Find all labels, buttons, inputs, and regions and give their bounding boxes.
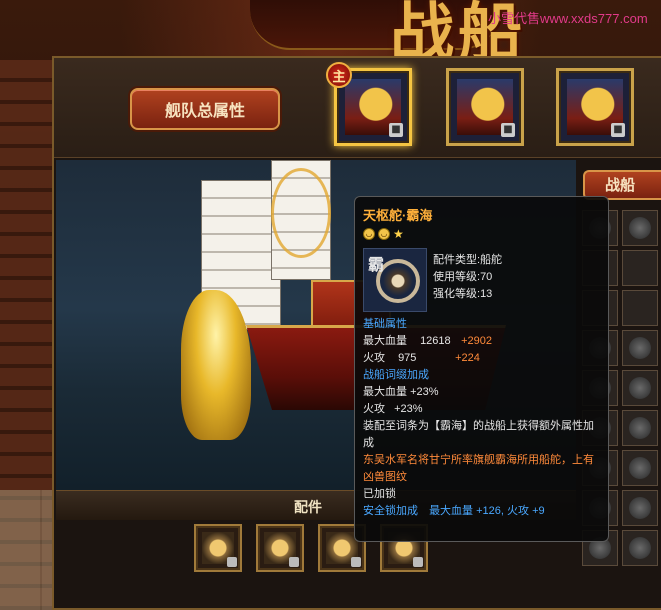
warship-cell[interactable] [622,210,658,246]
gear-icon [629,377,651,399]
lock-status: 已加锁 [363,488,396,500]
fleet-total-attributes-button[interactable]: 舰队总属性 [130,88,280,130]
gear-icon [629,337,651,359]
lock-icon: ■ [501,123,515,137]
use-level-value: 70 [480,271,493,283]
use-level-label: 使用等级: [433,271,481,283]
star-icon: ★ [393,227,404,241]
face-star-icon: ◡ [363,228,375,240]
warship-cell[interactable] [622,410,658,446]
base-attr-row: 火攻 975 +224 [363,350,600,367]
sail-emblem [271,168,331,258]
lock-icon: ■ [611,123,625,137]
main-ship-badge: 主 [326,62,352,88]
gear-icon [629,417,651,439]
safe-lock-label: 安全锁加成 [363,505,418,517]
lock-icon: ■ [389,123,403,137]
affix-label: 火攻 [363,403,385,415]
warship-cell[interactable] [622,250,658,286]
watermark-text: 小雪代售www.xxds777.com [488,11,648,26]
part-type-value: 船舵 [480,254,503,266]
rudder-icon: 霸 [363,248,427,312]
flavor-text: 东吴水军名将甘宁所率旗舰霸海所用船舵，上有凶兽图纹 [363,454,594,483]
lock-icon [227,557,237,567]
attr-bonus: +2902 [461,335,493,347]
use-level-row: 使用等级:70 [433,269,502,286]
parts-label: 配件 [294,500,322,516]
warship-cell[interactable] [622,290,658,326]
item-tooltip: 天枢舵·霸海 ◡ ◡ ★ 霸 配件类型:船舵 使用等级:70 强化等级:13 基… [354,196,609,542]
affix-value: +23% [394,403,423,415]
enhance-level-value: 13 [480,288,493,300]
item-info: 霸 配件类型:船舵 使用等级:70 强化等级:13 [363,248,600,316]
attr-label: 火攻 [363,352,385,364]
warship-cell[interactable] [622,450,658,486]
dragon-figurehead [181,290,251,440]
part-slot-2[interactable] [256,524,304,572]
lock-icon [351,557,361,567]
ship-item-icon [629,217,651,239]
part-type-row: 配件类型:船舵 [433,252,502,269]
lock-icon [289,557,299,567]
face-star-icon: ◡ [378,228,390,240]
gear-icon [629,497,651,519]
item-name: 天枢舵·霸海 [363,208,433,223]
base-attr-row: 最大血量 12618 +2902 [363,333,600,350]
lock-icon [413,557,423,567]
affix-attr-row: 最大血量 +23% [363,384,600,401]
attr-value: 12618 [420,335,451,347]
ship-slot-2[interactable]: ■ [446,68,524,146]
enhance-level-label: 强化等级: [433,288,481,300]
part-type-label: 配件类型: [433,254,481,266]
equip-note: 装配至词条为【霸海】的战船上获得额外属性加成 [363,420,594,449]
affix-attr-row: 火攻 +23% [363,401,600,418]
affix-attr-header: 战船词缀加成 [363,369,429,381]
warship-cell[interactable] [622,330,658,366]
attr-label: 最大血量 [363,335,407,347]
safe-lock-row: 安全锁加成 最大血量 +126, 火攻 +9 [363,503,600,520]
warship-cell[interactable] [622,530,658,566]
affix-label: 最大血量 [363,386,407,398]
warship-cell[interactable] [622,370,658,406]
gear-icon [629,457,651,479]
enhance-level-row: 强化等级:13 [433,286,502,303]
safe-lock-value: 最大血量 +126, 火攻 +9 [429,505,545,517]
warship-cell[interactable] [622,490,658,526]
item-meta: 配件类型:船舵 使用等级:70 强化等级:13 [433,252,502,303]
attr-value: 975 [398,352,417,364]
ship-slot-3[interactable]: ■ [556,68,634,146]
icon-char: 霸 [368,255,385,274]
item-quality-stars: ◡ ◡ ★ [363,228,600,240]
attr-bonus: +224 [455,352,480,364]
gear-icon [629,537,651,559]
base-attr-header: 基础属性 [363,318,407,330]
affix-value: +23% [410,386,439,398]
part-slot-1[interactable] [194,524,242,572]
